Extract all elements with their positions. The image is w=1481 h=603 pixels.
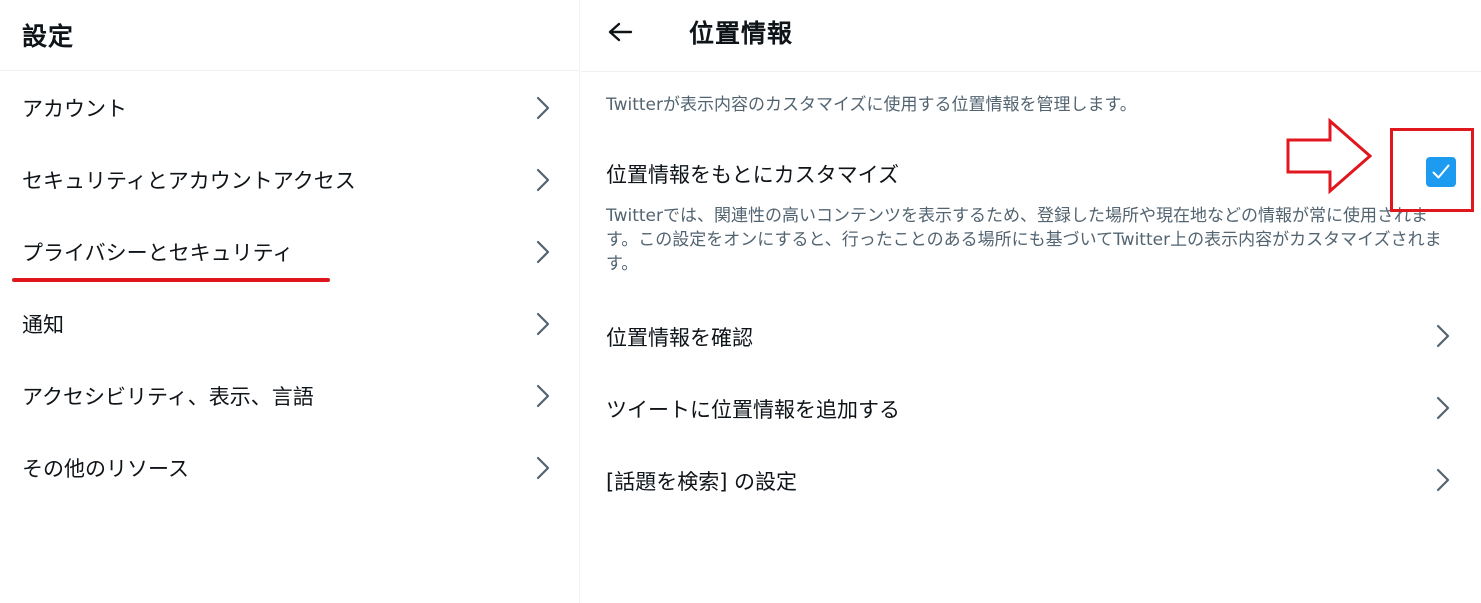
chevron-right-icon: [1436, 468, 1450, 492]
setting-description: Twitterでは、関連性の高いコンテンツを表示するため、登録した場所や現在地な…: [606, 206, 1442, 274]
chevron-right-icon: [536, 96, 550, 120]
sidebar-item-label: 通知: [22, 313, 64, 337]
sidebar-item-label: セキュリティとアカウントアクセス: [22, 169, 356, 193]
setting-label: 位置情報をもとにカスタマイズ: [606, 163, 899, 187]
list-item-label: [話題を検索] の設定: [606, 470, 798, 494]
chevron-right-icon: [1436, 396, 1450, 420]
arrow-right-icon: [1286, 118, 1373, 194]
sidebar-item-resources[interactable]: その他のリソース: [0, 432, 579, 504]
see-location-info-item[interactable]: 位置情報を確認: [581, 300, 1461, 372]
list-item-label: 位置情報を確認: [606, 326, 753, 350]
list-item-label: ツイートに位置情報を追加する: [606, 398, 900, 422]
sidebar-item-account[interactable]: アカウント: [0, 72, 579, 144]
sidebar-item-label: アクセシビリティ、表示、言語: [22, 385, 314, 409]
page-title: 位置情報: [689, 19, 794, 48]
header-divider: [581, 71, 1481, 72]
chevron-right-icon: [536, 312, 550, 336]
sidebar-title: 設定: [22, 22, 75, 51]
sidebar-item-accessibility[interactable]: アクセシビリティ、表示、言語: [0, 360, 579, 432]
add-location-to-tweets-item[interactable]: ツイートに位置情報を追加する: [581, 372, 1461, 444]
chevron-right-icon: [536, 168, 550, 192]
sidebar-item-label: アカウント: [22, 97, 127, 121]
intro-text: Twitterが表示内容のカスタマイズに使用する位置情報を管理します。: [606, 95, 1137, 115]
arrow-left-icon[interactable]: [607, 21, 633, 43]
sidebar-header: 設定: [0, 0, 579, 71]
annotation-underline: [12, 278, 330, 282]
explore-settings-item[interactable]: [話題を検索] の設定: [581, 444, 1461, 516]
settings-sidebar: 設定 アカウント セキュリティとアカウントアクセス プライバシーとセキュリティ …: [0, 0, 580, 603]
annotation-highlight-box: [1390, 128, 1474, 212]
chevron-right-icon: [536, 240, 550, 264]
sidebar-item-notifications[interactable]: 通知: [0, 288, 579, 360]
sidebar-item-security-access[interactable]: セキュリティとアカウントアクセス: [0, 144, 579, 216]
chevron-right-icon: [1436, 324, 1450, 348]
chevron-right-icon: [536, 384, 550, 408]
sidebar-item-label: プライバシーとセキュリティ: [22, 241, 294, 265]
chevron-right-icon: [536, 456, 550, 480]
location-settings-panel: 位置情報 Twitterが表示内容のカスタマイズに使用する位置情報を管理します。…: [581, 0, 1481, 603]
sidebar-item-label: その他のリソース: [22, 457, 189, 481]
